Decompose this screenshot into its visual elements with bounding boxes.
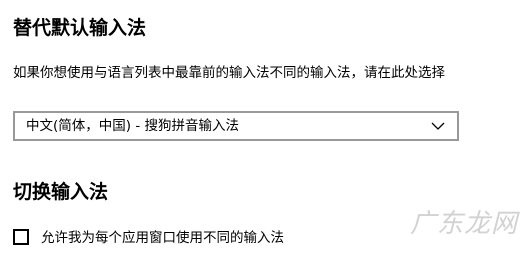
switch-ime-heading: 切换输入法 (13, 181, 109, 203)
default-ime-heading: 替代默认输入法 (13, 17, 147, 39)
dropdown-selected-value: 中文(简体，中国) - 搜狗拼音输入法 (26, 118, 239, 134)
per-app-ime-checkbox[interactable] (13, 229, 29, 245)
default-ime-dropdown[interactable]: 中文(简体，中国) - 搜狗拼音输入法 (13, 111, 459, 141)
site-watermark: 广东龙网 (409, 209, 518, 239)
default-ime-description: 如果你想使用与语言列表中最靠前的输入法不同的输入法，请在此处选择 (13, 65, 445, 81)
chevron-down-icon (431, 122, 445, 130)
per-app-ime-checkbox-label[interactable]: 允许我为每个应用窗口使用不同的输入法 (41, 228, 284, 248)
